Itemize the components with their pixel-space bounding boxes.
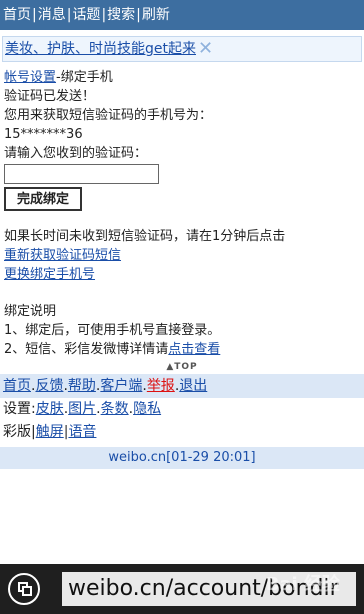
change-phone-link[interactable]: 更换绑定手机号: [4, 267, 95, 282]
view-details-link[interactable]: 点击查看: [168, 342, 220, 357]
breadcrumb-current: -绑定手机: [56, 70, 113, 85]
top-label: TOP: [174, 362, 198, 372]
tab-square: [22, 586, 32, 596]
notes-line-2: 2、短信、彩信发微博详情请点击查看: [4, 340, 360, 359]
version-row: 彩版|触屏|语音: [0, 421, 364, 444]
settings-label: 设置:: [3, 401, 36, 417]
masked-phone-number: 15*******36: [4, 127, 83, 142]
nav-messages[interactable]: 消息: [38, 7, 66, 23]
footer-navigation: 首页.反馈.帮助.客户端.举报.退出: [0, 374, 364, 398]
complete-binding-button[interactable]: 完成绑定: [4, 187, 82, 211]
breadcrumb: 帐号设置-绑定手机: [4, 68, 360, 87]
settings-privacy[interactable]: 隐私: [133, 401, 161, 417]
tabs-icon[interactable]: [8, 573, 40, 605]
weibo-timestamp: weibo.cn[01-29 20:01]: [0, 447, 364, 469]
nav-separator: |: [32, 7, 37, 23]
color-version-label: 彩版|: [3, 424, 36, 440]
top-navigation: 首页|消息|话题|搜索|刷新: [0, 0, 364, 30]
footer-logout[interactable]: 退出: [179, 378, 207, 394]
nav-separator: |: [136, 7, 141, 23]
main-content: 帐号设置-绑定手机 验证码已发送！ 您用来获取短信验证码的手机号为： 15***…: [0, 68, 364, 359]
footer-help[interactable]: 帮助: [68, 378, 96, 394]
voice-version-link[interactable]: 语音: [68, 424, 96, 440]
touch-version-link[interactable]: 触屏: [36, 424, 64, 440]
watermark: Bai 经验: [265, 574, 340, 595]
nav-topics[interactable]: 话题: [72, 7, 100, 23]
help-text: 如果长时间未收到短信验证码，请在1分钟后点击: [4, 229, 286, 244]
promo-link[interactable]: 美妆、护肤、时尚技能get起来: [5, 41, 196, 57]
back-to-top[interactable]: ▲TOP: [0, 362, 364, 372]
notes-line-2-text: 2、短信、彩信发微博详情请: [4, 342, 169, 357]
nav-home[interactable]: 首页: [3, 7, 31, 23]
code-input-prompt: 请输入您收到的验证码：: [4, 146, 148, 161]
account-settings-link[interactable]: 帐号设置: [4, 70, 56, 85]
phone-prompt: 您用来获取短信验证码的手机号为：: [4, 108, 213, 123]
footer-feedback[interactable]: 反馈: [35, 378, 63, 394]
nav-search[interactable]: 搜索: [107, 7, 135, 23]
settings-skin[interactable]: 皮肤: [36, 401, 64, 417]
footer-home[interactable]: 首页: [3, 378, 31, 394]
nav-refresh[interactable]: 刷新: [142, 7, 170, 23]
settings-images[interactable]: 图片: [68, 401, 96, 417]
footer-report[interactable]: 举报: [147, 378, 175, 394]
verification-code-input[interactable]: [4, 164, 159, 184]
resend-code-link[interactable]: 重新获取验证码短信: [4, 248, 121, 263]
promo-banner: 美妆、护肤、时尚技能get起来 ✕: [2, 36, 362, 62]
settings-count[interactable]: 条数: [101, 401, 129, 417]
settings-row: 设置:皮肤.图片.条数.隐私: [0, 398, 364, 421]
footer-client[interactable]: 客户端: [100, 378, 142, 394]
notes-title: 绑定说明: [4, 304, 57, 319]
notes-line-1: 1、绑定后，可使用手机号直接登录。: [4, 323, 221, 338]
close-icon[interactable]: ✕: [198, 38, 213, 59]
browser-address-bar: weibo.cn/account/bondir Bai 经验: [0, 564, 364, 614]
code-sent-message: 验证码已发送！: [4, 89, 96, 104]
